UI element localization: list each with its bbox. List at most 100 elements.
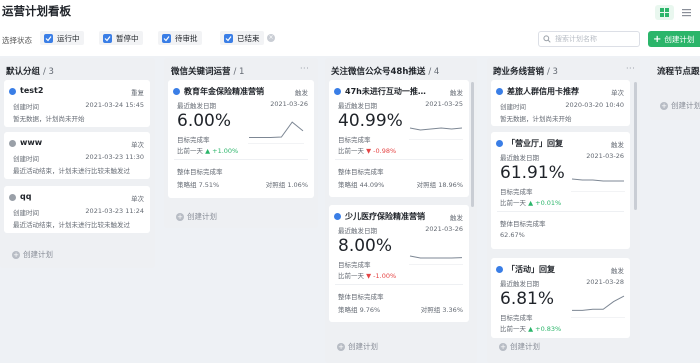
plan-card[interactable]: 差旅人群信用卡推荐 单次 创建时间 2020-03-20 10:40 暂无数据，…	[491, 80, 630, 126]
plan-name: www	[20, 138, 43, 147]
plan-card[interactable]: 少儿医疗保险精准营销 触发 最近触发日期 2021-03-26 8.00% 目标…	[329, 205, 469, 322]
plan-note: 暂无数据，计划尚未开始	[13, 115, 85, 123]
column-cross-business: 跨业务线营销 / 3 ··· 差旅人群信用卡推荐 单次 创建时间 2020-03…	[487, 58, 640, 363]
metric-label: 目标完成率	[338, 261, 371, 269]
plan-card[interactable]: qq 单次 创建时间 2021-03-23 11:24 最近活动结束，计划未进行…	[4, 186, 150, 233]
compare-row: 比前一天 ▼ -1.00%	[338, 270, 396, 280]
compare-row: 比前一天 ▲ +0.83%	[500, 323, 561, 333]
metric-label: 目标完成率	[500, 188, 533, 196]
sparkline-line	[249, 121, 304, 138]
compare-value: ▲ +1.00%	[205, 147, 239, 155]
filter-chip-label: 已结束	[237, 33, 260, 43]
overall-rate-label: 整体目标完成率	[500, 220, 546, 228]
compare-row: 比前一天 ▲ +0.01%	[500, 197, 561, 207]
filter-chip-paused[interactable]: 暂停中	[99, 31, 143, 45]
more-options-icon[interactable]: ···	[300, 64, 309, 73]
column-name: 跨业务线营销	[493, 67, 545, 77]
add-plan-button[interactable]: + 创建计划	[12, 249, 53, 260]
sparkline-line	[571, 178, 624, 182]
clear-filter-icon[interactable]: ×	[267, 34, 275, 42]
add-plan-button[interactable]: + 创建计划	[499, 341, 540, 352]
search-icon	[543, 35, 551, 43]
created-time: 2021-03-24 15:45	[85, 101, 144, 109]
plan-tag: 触发	[450, 214, 463, 222]
column-name: 默认分组	[6, 67, 41, 77]
compare-value: ▼ -1.00%	[366, 272, 397, 280]
compare-label: 比前一天	[338, 272, 364, 280]
page-title: 运营计划看板	[2, 4, 71, 18]
filter-chip-ended[interactable]: 已结束	[220, 31, 264, 45]
grid-icon	[660, 8, 669, 17]
plus-circle-icon: +	[499, 342, 507, 351]
control-group-rate: 对照组 3.36%	[420, 306, 463, 314]
plan-card[interactable]: www 单次 创建时间 2021-03-23 11:30 最近活动结束，计划未进…	[4, 132, 150, 179]
plan-card[interactable]: 教育年金保险精准营销 触发 最近触发日期 2021-03-26 6.00% 目标…	[168, 80, 314, 198]
metric-label: 目标完成率	[500, 314, 533, 322]
sparkline-line	[409, 127, 463, 131]
last-trigger-label: 最近触发日期	[338, 102, 377, 110]
add-plan-button[interactable]: + 创建计划	[176, 211, 217, 222]
plan-tag: 单次	[131, 141, 144, 149]
created-time-label: 创建时间	[500, 103, 526, 111]
checkbox-checked-icon	[162, 33, 171, 43]
sparkline-line	[409, 255, 463, 259]
last-trigger-label: 最近触发日期	[338, 227, 377, 235]
list-icon	[682, 9, 691, 17]
add-plan-button[interactable]: + 创建计划	[337, 341, 378, 352]
add-plan-label: 创建计划	[23, 250, 53, 259]
plan-card[interactable]: 「营业厅」回复 触发 最近触发日期 2021-03-26 61.91% 目标完成…	[491, 132, 630, 249]
running-status-icon	[334, 213, 341, 220]
paused-status-icon	[9, 140, 16, 147]
column-scrollbar[interactable]	[634, 82, 637, 210]
created-time-label: 创建时间	[13, 103, 39, 111]
last-trigger-date: 2021-03-25	[425, 100, 463, 108]
column-count: / 1	[233, 67, 245, 77]
search-box[interactable]	[538, 31, 640, 47]
filter-chip-label: 运行中	[57, 33, 80, 43]
create-plan-button[interactable]: + 创建计划	[648, 31, 700, 47]
trend-sparkline	[409, 255, 463, 265]
overall-rate: 62.67%	[500, 231, 525, 239]
running-status-icon	[173, 88, 180, 95]
checkbox-checked-icon	[44, 33, 53, 43]
card-divider	[335, 284, 463, 285]
plan-card[interactable]: 47h未进行互动一推… 触发 最近触发日期 2021-03-25 40.99% …	[329, 80, 469, 197]
last-trigger-label: 最近触发日期	[500, 154, 539, 162]
created-time: 2020-03-20 10:40	[565, 101, 624, 109]
completion-rate: 6.81%	[500, 289, 555, 309]
running-status-icon	[334, 88, 341, 95]
plus-circle-icon: +	[12, 250, 20, 259]
plus-circle-icon: +	[337, 342, 345, 351]
list-view-toggle[interactable]	[677, 5, 696, 20]
compare-row: 比前一天 ▲ +1.00%	[177, 145, 238, 155]
column-default-group: 默认分组 / 3 test2 重复 创建时间 2021-03-24 15:45 …	[0, 58, 155, 268]
column-scrollbar[interactable]	[471, 82, 474, 207]
last-trigger-date: 2021-03-26	[270, 100, 308, 108]
more-options-icon[interactable]: ···	[626, 64, 635, 73]
plan-name: 47h未进行互动一推…	[345, 87, 426, 96]
trend-sparkline	[248, 121, 304, 144]
last-trigger-date: 2021-03-26	[586, 152, 624, 160]
running-status-icon	[9, 88, 16, 95]
plus-icon: +	[653, 33, 662, 45]
column-title: 默认分组 / 3	[6, 65, 54, 77]
column-name: 关注微信公众号48h推送	[331, 67, 426, 77]
filter-chip-running[interactable]: 运行中	[40, 31, 84, 45]
plan-card[interactable]: 「活动」回复 触发 最近触发日期 2021-03-28 6.81% 目标完成率 …	[491, 258, 630, 338]
plan-card[interactable]: test2 重复 创建时间 2021-03-24 15:45 暂无数据，计划尚未…	[4, 80, 150, 127]
plan-name: 少儿医疗保险精准营销	[345, 212, 425, 221]
plan-name: 「活动」回复	[507, 265, 555, 274]
plan-name: qq	[20, 192, 32, 201]
control-group-rate: 对照组 1.06%	[265, 181, 308, 189]
compare-label: 比前一天	[500, 199, 526, 207]
column-name: 微信关键词运营	[171, 67, 231, 77]
search-input[interactable]	[555, 35, 635, 43]
filter-chip-pending[interactable]: 待审批	[158, 31, 202, 45]
add-plan-button[interactable]: + 创建计划	[660, 100, 700, 111]
overall-rate-label: 整体目标完成率	[177, 168, 223, 176]
overall-rate-label: 整体目标完成率	[338, 168, 384, 176]
grid-view-toggle[interactable]	[655, 5, 674, 20]
plan-tag: 单次	[131, 195, 144, 203]
filter-chip-label: 待审批	[175, 33, 198, 43]
control-group-rate: 对照组 18.96%	[416, 181, 463, 189]
